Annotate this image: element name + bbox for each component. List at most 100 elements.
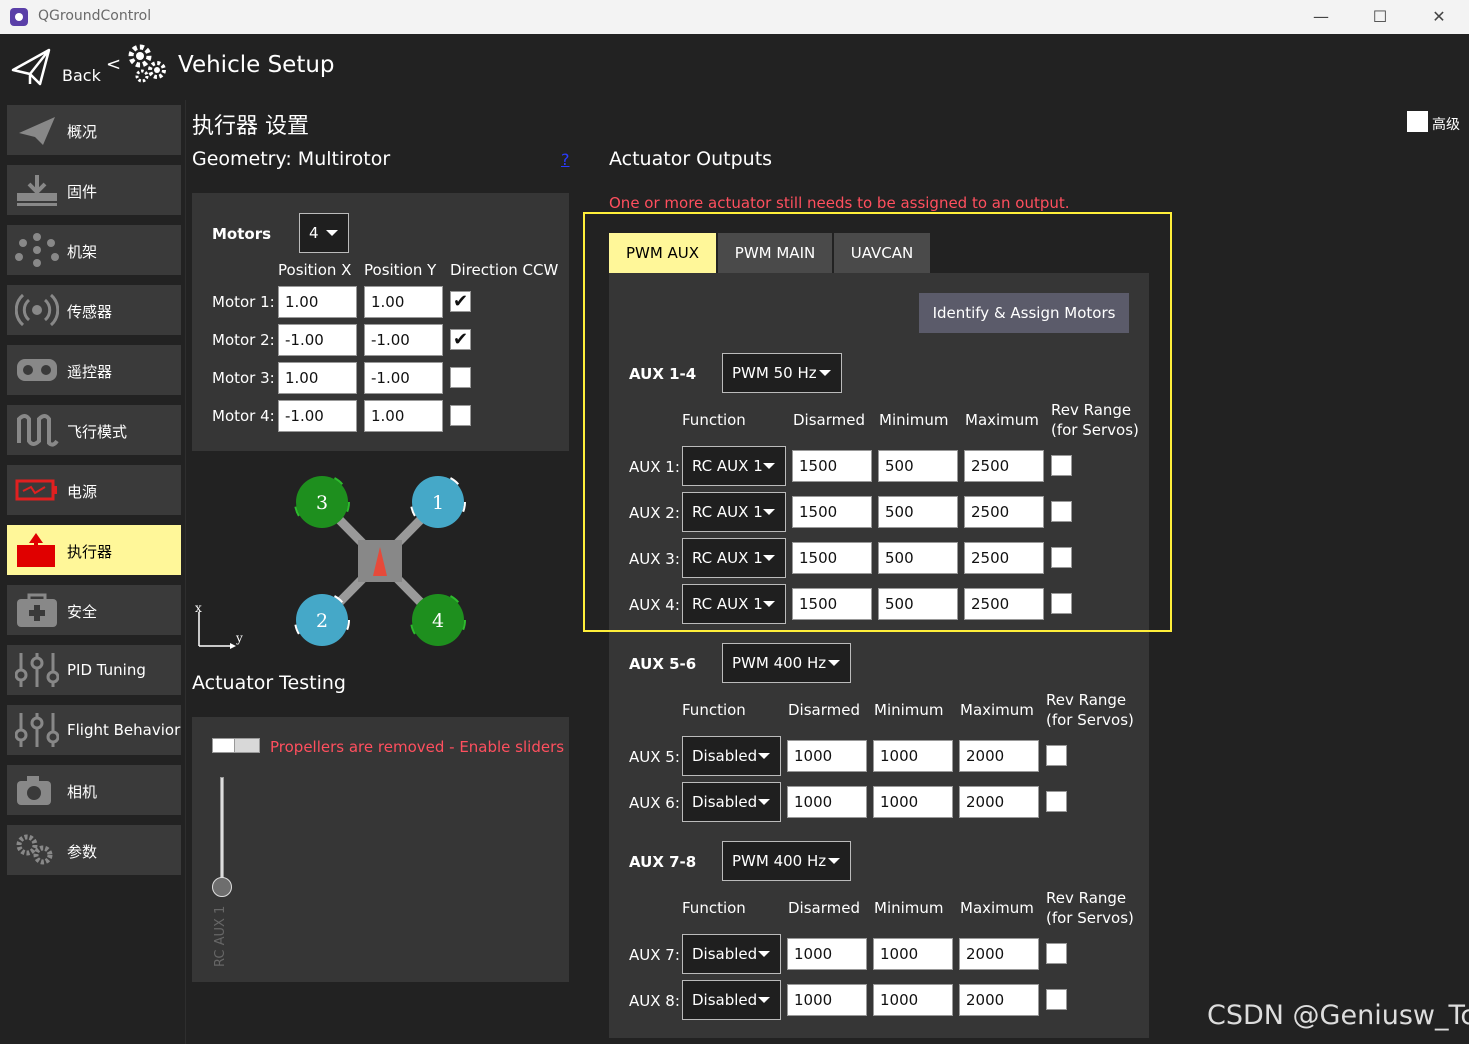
page-header-title: Vehicle Setup <box>178 52 335 78</box>
maximum-input[interactable]: 2000 <box>959 984 1039 1016</box>
sidebar-item-airframe[interactable]: 机架 <box>7 225 181 275</box>
maximum-input[interactable]: 2000 <box>959 740 1039 772</box>
airframe-icon <box>15 233 59 267</box>
minimum-input[interactable]: 500 <box>878 588 958 620</box>
function-dropdown[interactable]: Disabled <box>682 782 781 822</box>
watermark: CSDN @Geniusw_Tc <box>1207 1000 1469 1031</box>
maximum-input[interactable]: 2500 <box>964 496 1044 528</box>
function-dropdown[interactable]: Disabled <box>682 934 781 974</box>
close-button[interactable]: ✕ <box>1416 4 1462 30</box>
chevron-down-icon <box>763 509 775 515</box>
function-dropdown[interactable]: Disabled <box>682 736 781 776</box>
disarmed-input[interactable]: 1000 <box>787 786 867 818</box>
minimize-button[interactable]: — <box>1298 4 1344 30</box>
minimum-input[interactable]: 1000 <box>873 786 953 818</box>
motor-direction-checkbox[interactable]: ✔ <box>450 291 471 312</box>
motor-position-x-input[interactable]: -1.00 <box>278 324 357 356</box>
rev-range-checkbox[interactable] <box>1046 791 1067 812</box>
minimum-input[interactable]: 500 <box>878 450 958 482</box>
motor-position-y-input[interactable]: -1.00 <box>364 324 443 356</box>
tab-pwm-aux[interactable]: PWM AUX <box>609 233 716 273</box>
sidebar-item-radio[interactable]: 遥控器 <box>7 345 181 395</box>
function-dropdown[interactable]: Disabled <box>682 980 781 1020</box>
motor-layout-diagram: 1 2 3 4 x y <box>195 474 466 649</box>
maximum-input[interactable]: 2500 <box>964 542 1044 574</box>
sidebar-item-label: 传感器 <box>67 303 113 321</box>
rev-range-checkbox[interactable] <box>1051 455 1072 476</box>
sidebar-item-flight-modes[interactable]: 飞行模式 <box>7 405 181 455</box>
first-aid-icon <box>17 593 57 627</box>
function-value: RC AUX 1 <box>692 595 763 613</box>
maximum-input[interactable]: 2500 <box>964 588 1044 620</box>
disarmed-input[interactable]: 1500 <box>792 542 872 574</box>
pwm-rate-dropdown[interactable]: PWM 400 Hz <box>722 643 851 683</box>
maximize-button[interactable]: ☐ <box>1357 4 1403 30</box>
motor-position-x-input[interactable]: 1.00 <box>278 362 357 394</box>
motor-position-y-input[interactable]: -1.00 <box>364 362 443 394</box>
minimum-input[interactable]: 1000 <box>873 938 953 970</box>
tab-uavcan[interactable]: UAVCAN <box>834 233 930 273</box>
motor-direction-checkbox[interactable] <box>450 405 471 426</box>
minimum-input[interactable]: 1000 <box>873 740 953 772</box>
sidebar-item-power[interactable]: 电源 <box>7 465 181 515</box>
minimum-input[interactable]: 1000 <box>873 984 953 1016</box>
function-dropdown[interactable]: RC AUX 1 <box>682 584 786 624</box>
disarmed-input[interactable]: 1500 <box>792 588 872 620</box>
column-minimum: Minimum <box>879 411 949 429</box>
help-link[interactable]: ? <box>561 150 570 169</box>
minimum-input[interactable]: 500 <box>878 496 958 528</box>
minimum-input[interactable]: 500 <box>878 542 958 574</box>
motor-position-y-input[interactable]: 1.00 <box>364 400 443 432</box>
sidebar-item-sensors[interactable]: 传感器 <box>7 285 181 335</box>
rev-range-checkbox[interactable] <box>1051 547 1072 568</box>
sidebar-item-summary[interactable]: 概况 <box>7 105 181 155</box>
wave-icon <box>17 414 59 447</box>
rev-range-checkbox[interactable] <box>1046 745 1067 766</box>
rev-range-checkbox[interactable] <box>1051 501 1072 522</box>
motor-direction-checkbox[interactable] <box>450 367 471 388</box>
rev-range-checkbox[interactable] <box>1051 593 1072 614</box>
enable-sliders-switch[interactable] <box>212 738 260 753</box>
function-value: Disabled <box>692 747 758 765</box>
sidebar-item-actuators[interactable]: 执行器 <box>7 525 181 575</box>
tab-pwm-main[interactable]: PWM MAIN <box>718 233 832 273</box>
function-value: Disabled <box>692 945 758 963</box>
back-button[interactable]: Back <box>10 44 118 90</box>
sidebar-item-camera[interactable]: 相机 <box>7 765 181 815</box>
motor-position-x-input[interactable]: 1.00 <box>278 286 357 318</box>
slider-label: RC AUX 1 <box>213 905 228 967</box>
chevron-down-icon <box>763 555 775 561</box>
motors-count-dropdown[interactable]: 4 <box>299 213 349 253</box>
sidebar-item-safety[interactable]: 安全 <box>7 585 181 635</box>
rev-range-checkbox[interactable] <box>1046 989 1067 1010</box>
motor-position-y-input[interactable]: 1.00 <box>364 286 443 318</box>
disarmed-input[interactable]: 1500 <box>792 450 872 482</box>
maximum-input[interactable]: 2000 <box>959 786 1039 818</box>
function-value: Disabled <box>692 991 758 1009</box>
maximum-input[interactable]: 2000 <box>959 938 1039 970</box>
pwm-rate-value: PWM 400 Hz <box>732 654 827 672</box>
disarmed-input[interactable]: 1000 <box>787 984 867 1016</box>
function-dropdown[interactable]: RC AUX 1 <box>682 492 786 532</box>
column-position-y: Position Y <box>364 261 437 279</box>
sidebar-item-firmware[interactable]: 固件 <box>7 165 181 215</box>
rev-range-checkbox[interactable] <box>1046 943 1067 964</box>
pwm-rate-dropdown[interactable]: PWM 400 Hz <box>722 841 851 881</box>
sidebar-item-parameters[interactable]: 参数 <box>7 825 181 875</box>
maximum-input[interactable]: 2500 <box>964 450 1044 482</box>
advanced-checkbox[interactable] <box>1407 111 1428 132</box>
sidebar-item-pid-tuning[interactable]: PID Tuning <box>7 645 181 695</box>
motor-position-x-input[interactable]: -1.00 <box>278 400 357 432</box>
identify-assign-motors-button[interactable]: Identify & Assign Motors <box>919 293 1129 333</box>
sidebar-item-flight-behavior[interactable]: Flight Behavior <box>7 705 181 755</box>
pwm-rate-dropdown[interactable]: PWM 50 Hz <box>722 353 842 393</box>
output-row-label: AUX 4: <box>629 596 680 614</box>
motor-direction-checkbox[interactable]: ✔ <box>450 329 471 350</box>
disarmed-input[interactable]: 1500 <box>792 496 872 528</box>
function-dropdown[interactable]: RC AUX 1 <box>682 538 786 578</box>
sidebar-item-label: 相机 <box>67 783 98 801</box>
disarmed-input[interactable]: 1000 <box>787 740 867 772</box>
disarmed-input[interactable]: 1000 <box>787 938 867 970</box>
column-position-x: Position X <box>278 261 352 279</box>
function-dropdown[interactable]: RC AUX 1 <box>682 446 786 486</box>
